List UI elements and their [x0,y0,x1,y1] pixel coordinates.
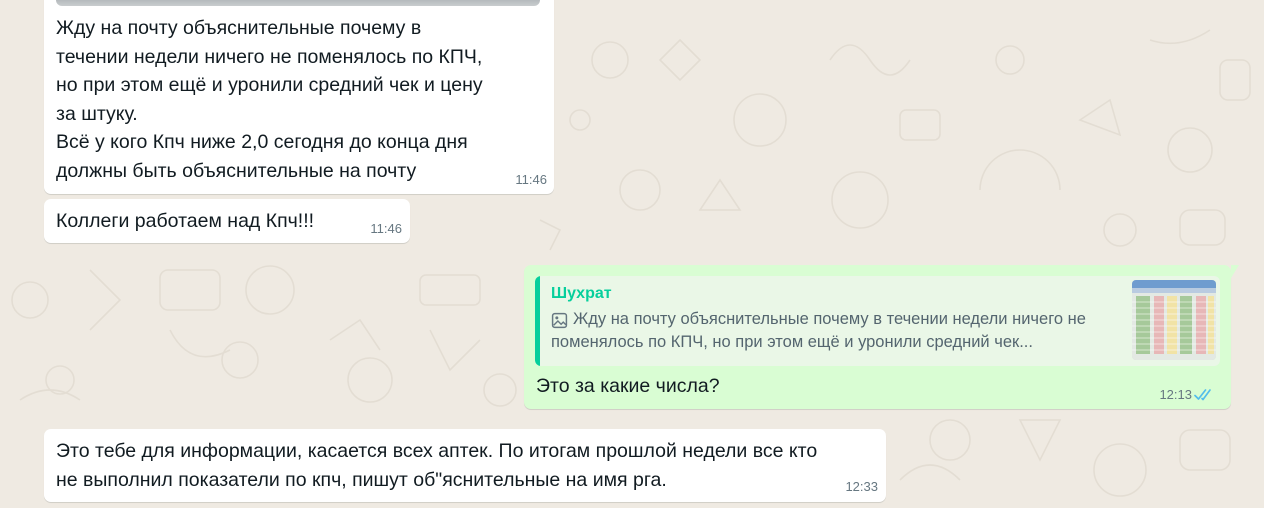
double-check-icon [1194,389,1211,401]
message-bubble[interactable]: Коллеги работаем над Кпч!!! 11:46 [44,199,410,243]
message-bubble[interactable]: Жду на почту объяснительные почему в теч… [44,0,554,194]
message-text: Это за какие числа? [536,375,720,397]
message-time: 11:46 [515,172,547,187]
message-time: 11:46 [370,221,402,236]
message-bubble[interactable]: Шухрат Жду на почту объяснительные почем… [524,265,1239,409]
quote-image-thumbnail[interactable] [1132,280,1216,360]
bubble-tail [1231,265,1239,278]
quote-text: Жду на почту объяснительные почему в теч… [551,308,1117,354]
quote-author: Шухрат [551,285,612,302]
quote-text-content: Жду на почту объяснительные почему в теч… [551,310,1086,351]
message-text: Жду на почту объяснительные почему в теч… [56,17,483,182]
message-text: Это тебе для информации, касается всех а… [56,440,818,491]
message-time: 12:33 [845,479,878,494]
message-time: 12:13 [1159,387,1192,402]
quoted-message[interactable]: Шухрат Жду на почту объяснительные почем… [535,276,1220,366]
message-bubble[interactable]: Это тебе для информации, касается всех а… [44,429,886,502]
message-image[interactable] [56,0,540,6]
message-text: Коллеги работаем над Кпч!!! [56,210,315,232]
quote-accent-bar [535,276,540,366]
